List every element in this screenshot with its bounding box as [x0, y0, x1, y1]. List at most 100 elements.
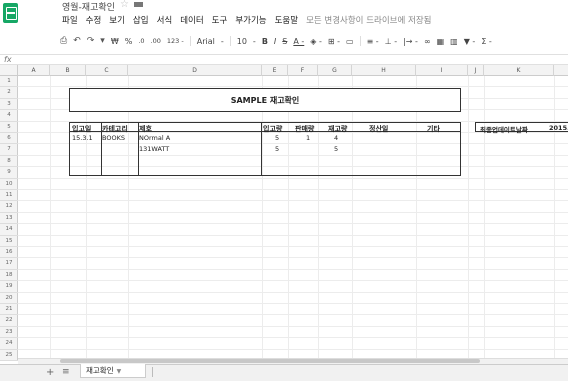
paint-format-icon[interactable]: ▾ — [100, 36, 105, 46]
font-family-select[interactable]: Arial — [197, 37, 215, 46]
row-header-25[interactable]: 25 — [0, 350, 18, 361]
horizontal-align-button[interactable]: ≡ - — [367, 37, 379, 46]
add-sheet-button[interactable]: + — [46, 367, 54, 378]
column-header-c[interactable]: C — [86, 65, 128, 76]
menu-data[interactable]: 데이터 — [180, 14, 203, 28]
row-header-22[interactable]: 22 — [0, 315, 18, 327]
row-header-18[interactable]: 18 — [0, 270, 18, 282]
row-header-20[interactable]: 20 — [0, 293, 18, 304]
cell-stock[interactable]: 4 — [334, 134, 338, 142]
insert-link-icon[interactable]: ∞ — [424, 37, 431, 46]
cell-sold[interactable]: 1 — [306, 134, 310, 142]
row-header-15[interactable]: 15 — [0, 236, 18, 247]
filter-icon[interactable]: ▼ - — [464, 37, 476, 46]
row-header-21[interactable]: 21 — [0, 304, 18, 316]
menu-view[interactable]: 보기 — [109, 14, 125, 28]
row-header-10[interactable]: 10 — [0, 179, 18, 190]
row-header-19[interactable]: 19 — [0, 281, 18, 293]
row-header-12[interactable]: 12 — [0, 201, 18, 213]
star-icon[interactable]: ☆ — [120, 0, 129, 10]
font-size-select[interactable]: 10 — [237, 37, 247, 46]
insert-chart-icon[interactable]: ▥ — [450, 37, 458, 46]
cell-grid[interactable] — [18, 76, 568, 361]
menu-addons[interactable]: 부가기능 — [235, 14, 266, 28]
fill-color-button[interactable]: ◈ - — [310, 37, 322, 46]
font-family-arrow[interactable]: - — [221, 37, 224, 46]
row-header-13[interactable]: 13 — [0, 213, 18, 225]
folder-icon[interactable] — [134, 2, 143, 7]
row-header-24[interactable]: 24 — [0, 338, 18, 350]
menu-insert[interactable]: 삽입 — [133, 14, 149, 28]
more-formats-button[interactable]: 123 - — [167, 37, 184, 45]
bold-button[interactable]: B — [262, 37, 268, 46]
row-header-1[interactable]: 1 — [0, 76, 18, 88]
cell-category[interactable]: BOOKS — [102, 134, 125, 142]
header-other: 기타 — [427, 125, 440, 133]
borders-button[interactable]: ⊞ - — [328, 37, 340, 46]
cell-in[interactable]: 5 — [275, 145, 279, 153]
row-header-16[interactable]: 16 — [0, 247, 18, 259]
row-header-2[interactable]: 2 — [0, 87, 18, 99]
horizontal-scroll-thumb[interactable] — [60, 359, 480, 363]
cell-name[interactable]: NOrmal A — [139, 134, 170, 142]
font-size-arrow[interactable]: - — [253, 37, 256, 46]
functions-button[interactable]: Σ - — [481, 37, 491, 46]
cell-stock[interactable]: 5 — [334, 145, 338, 153]
row-header-14[interactable]: 14 — [0, 224, 18, 236]
cell-name[interactable]: 131WATT — [139, 145, 169, 153]
row-header-5[interactable]: 5 — [0, 122, 18, 133]
select-all-corner[interactable] — [0, 65, 18, 76]
cell-in[interactable]: 5 — [275, 134, 279, 142]
text-color-button[interactable]: A - — [293, 37, 304, 46]
column-header-f[interactable]: F — [288, 65, 318, 76]
menu-format[interactable]: 서식 — [157, 14, 173, 28]
italic-button[interactable]: I — [274, 37, 276, 46]
redo-icon[interactable]: ↷ — [87, 36, 95, 46]
column-header-b[interactable]: B — [50, 65, 86, 76]
print-icon[interactable]: ⎙ — [60, 36, 67, 46]
column-header-i[interactable]: I — [416, 65, 468, 76]
sheet-list-button[interactable]: ≡ — [62, 367, 70, 377]
save-status[interactable]: 모든 변경사항이 드라이브에 저장됨 — [306, 14, 431, 28]
column-header-k[interactable]: K — [484, 65, 554, 76]
row-header-23[interactable]: 23 — [0, 327, 18, 339]
merge-cells-button[interactable]: ▭ — [346, 37, 354, 46]
row-header-11[interactable]: 11 — [0, 190, 18, 202]
last-update-label: 최종업데이트날짜 — [480, 126, 528, 134]
column-header-g[interactable]: G — [318, 65, 352, 76]
insert-comment-icon[interactable]: ▦ — [437, 37, 445, 46]
grid-column-line — [262, 76, 263, 361]
document-title[interactable]: 영월-재고확인 — [62, 0, 115, 13]
decrease-decimal-button[interactable]: .0 — [138, 37, 144, 45]
last-update-value[interactable]: 2015. — [549, 124, 568, 132]
increase-decimal-button[interactable]: .00 — [151, 37, 161, 45]
formula-bar[interactable] — [0, 54, 568, 65]
sheet-tab[interactable]: 재고확인 ▼ — [80, 364, 146, 378]
vertical-align-button[interactable]: ⊥ - — [385, 37, 397, 46]
currency-format-button[interactable]: ₩ — [111, 37, 119, 46]
column-header-a[interactable]: A — [18, 65, 50, 76]
sheets-logo-icon[interactable] — [3, 3, 18, 23]
column-header-h[interactable]: H — [352, 65, 416, 76]
row-header-9[interactable]: 9 — [0, 167, 18, 179]
menu-file[interactable]: 파일 — [62, 14, 78, 28]
row-header-6[interactable]: 6 — [0, 133, 18, 145]
row-header-3[interactable]: 3 — [0, 99, 18, 111]
undo-icon[interactable]: ↶ — [73, 36, 81, 46]
chevron-down-icon[interactable]: ▼ — [117, 368, 122, 375]
column-header-j[interactable]: J — [468, 65, 484, 76]
column-header-e[interactable]: E — [262, 65, 288, 76]
strikethrough-button[interactable]: S — [282, 37, 287, 46]
text-wrap-button[interactable]: |→ - — [403, 37, 418, 46]
menu-tools[interactable]: 도구 — [212, 14, 228, 28]
cell-date[interactable]: 15.3.1 — [72, 134, 93, 142]
row-header-7[interactable]: 7 — [0, 144, 18, 156]
menu-edit[interactable]: 수정 — [86, 14, 102, 28]
row-header-17[interactable]: 17 — [0, 258, 18, 270]
menu-help[interactable]: 도움말 — [275, 14, 298, 28]
row-header-4[interactable]: 4 — [0, 110, 18, 122]
percent-format-button[interactable]: % — [125, 37, 133, 46]
grid-column-line — [318, 76, 319, 361]
column-header-d[interactable]: D — [128, 65, 262, 76]
row-header-8[interactable]: 8 — [0, 156, 18, 168]
